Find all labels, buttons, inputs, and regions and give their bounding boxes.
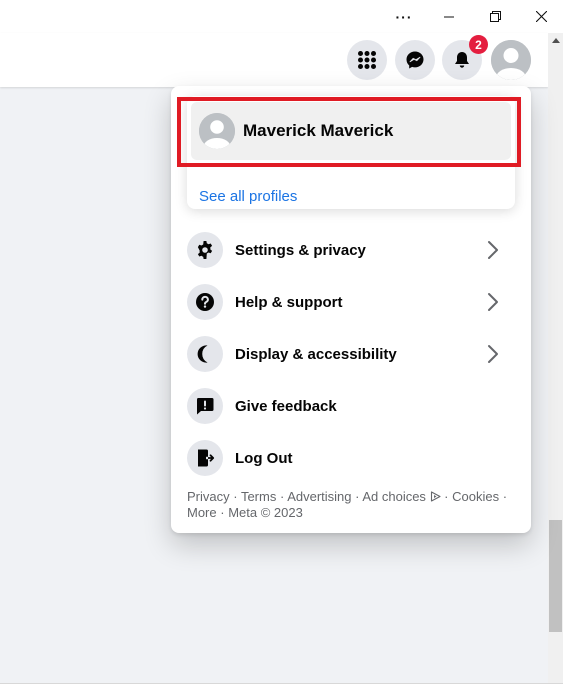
menu-item-display-accessibility[interactable]: Display & accessibility — [179, 328, 523, 380]
ad-choices-label: Ad choices — [362, 489, 426, 504]
footer-link-privacy[interactable]: Privacy — [187, 489, 230, 504]
more-options-button[interactable]: ··· — [381, 0, 427, 33]
scroll-up-button[interactable] — [548, 33, 563, 48]
logout-icon — [198, 449, 215, 467]
minimize-button[interactable] — [426, 0, 472, 33]
avatar-icon — [199, 113, 235, 149]
menu-item-label: Give feedback — [235, 397, 337, 415]
close-button[interactable] — [518, 0, 563, 33]
separator: · — [351, 489, 363, 504]
top-navigation-bar: 2 — [0, 33, 548, 87]
menu-item-label: Display & accessibility — [235, 345, 397, 363]
notification-badge: 2 — [469, 35, 488, 54]
menu-item-label: Settings & privacy — [235, 241, 366, 259]
profile-avatar — [199, 113, 235, 149]
gear-icon — [197, 241, 213, 259]
chevron-right-icon — [488, 293, 498, 311]
account-button[interactable] — [491, 40, 531, 80]
account-menu-dropdown: Maverick Maverick See all profiles Setti… — [171, 86, 531, 533]
profile-name: Maverick Maverick — [243, 121, 394, 140]
vertical-scrollbar[interactable] — [548, 33, 563, 683]
window-titlebar: ··· — [0, 0, 563, 33]
minimize-icon — [444, 16, 454, 17]
menu-button[interactable] — [347, 40, 387, 80]
bell-icon — [455, 52, 469, 68]
feedback-icon — [196, 398, 214, 415]
see-all-profiles-link[interactable]: See all profiles — [199, 188, 297, 205]
scrollbar-thumb[interactable] — [549, 520, 562, 632]
menu-item-give-feedback[interactable]: Give feedback — [179, 380, 523, 432]
more-icon: ··· — [395, 8, 413, 25]
footer-links: Privacy · Terms · Advertising · Ad choic… — [187, 489, 517, 521]
separator: · — [440, 489, 453, 504]
separator: · — [216, 505, 229, 520]
menu-item-label: Log Out — [235, 449, 293, 467]
question-icon — [196, 293, 214, 311]
menu-item-help-support[interactable]: Help & support — [179, 276, 523, 328]
footer-link-terms[interactable]: Terms — [241, 489, 276, 504]
footer-link-advertising[interactable]: Advertising — [287, 489, 351, 504]
grid-menu-icon — [358, 51, 376, 69]
messenger-icon — [406, 51, 424, 69]
arrow-up-icon — [551, 38, 560, 43]
moon-icon — [197, 345, 208, 363]
separator: · — [229, 489, 241, 504]
separator: · — [499, 489, 508, 504]
footer-link-cookies[interactable]: Cookies — [452, 489, 499, 504]
messenger-button[interactable] — [395, 40, 435, 80]
copyright: Meta © 2023 — [228, 505, 303, 520]
restore-button[interactable] — [472, 0, 518, 33]
chevron-right-icon — [488, 345, 498, 363]
menu-item-label: Help & support — [235, 293, 343, 311]
footer-link-more[interactable]: More — [187, 505, 217, 520]
footer-link-ad-choices[interactable]: Ad choices — [362, 489, 441, 504]
close-icon — [535, 11, 547, 22]
profile-item[interactable]: Maverick Maverick — [191, 102, 511, 160]
menu-item-log-out[interactable]: Log Out — [179, 432, 523, 484]
chevron-right-icon — [488, 241, 498, 259]
separator: · — [276, 489, 288, 504]
restore-icon — [489, 11, 501, 22]
avatar-icon — [491, 40, 531, 80]
ad-choices-icon — [430, 491, 441, 502]
menu-item-settings-privacy[interactable]: Settings & privacy — [179, 224, 523, 276]
profile-card: Maverick Maverick See all profiles — [187, 96, 515, 209]
